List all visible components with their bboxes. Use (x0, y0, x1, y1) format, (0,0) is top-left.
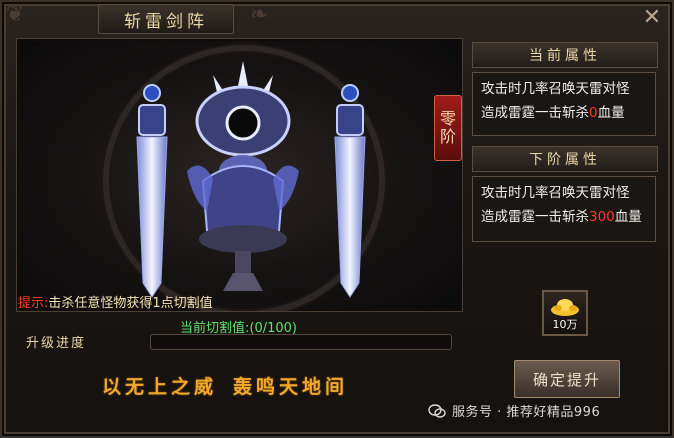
window-title: 斩雷剑阵 (124, 11, 208, 32)
attribute-panel: 当前属性 攻击时几率召唤天雷对怪 造成雷霆一击斩杀0血量 下阶属性 攻击时几率召… (470, 38, 658, 244)
watermark: 服务号 · 推荐好精品996 (428, 401, 600, 420)
next-attr-prefix: 造成雷霆一击斩杀 (481, 209, 589, 225)
corner-ornament-icon: ❧ (250, 2, 269, 27)
tip-line: 提示:击杀任意怪物获得1点切割值 (18, 292, 213, 311)
title-plate: 斩雷剑阵 (98, 4, 234, 34)
next-attr-header: 下阶属性 (472, 146, 658, 172)
upgrade-progress-bar (150, 334, 452, 350)
rank-char-2: 阶 (439, 127, 456, 146)
thunder-god-figure-icon (187, 61, 299, 291)
left-sword-icon (136, 84, 168, 298)
next-attr-line-2: 造成雷霆一击斩杀300血量 (481, 205, 655, 229)
upgrade-progress-label: 升级进度 (26, 336, 87, 351)
slogan-part-2: 轰鸣天地间 (233, 376, 349, 398)
rank-badge: 零 阶 (434, 95, 462, 161)
confirm-upgrade-button[interactable]: 确定提升 (514, 360, 620, 398)
rank-char-1: 零 (439, 109, 456, 128)
tip-text: 击杀任意怪物获得1点切割值 (48, 296, 213, 311)
next-attr-box: 攻击时几率召唤天雷对怪 造成雷霆一击斩杀300血量 (472, 176, 656, 242)
next-attr-suffix: 血量 (614, 209, 642, 225)
right-sword-icon (334, 84, 366, 298)
slogan-part-1: 以无上之威 (102, 376, 218, 398)
next-attr-line-1: 攻击时几率召唤天雷对怪 (481, 185, 630, 201)
wechat-icon (428, 403, 446, 418)
current-attr-line-1: 攻击时几率召唤天雷对怪 (481, 81, 630, 97)
current-attr-suffix: 血量 (597, 105, 625, 121)
watermark-text: 服务号 · 推荐好精品996 (452, 405, 601, 420)
slogan: 以无上之威 轰鸣天地间 (102, 372, 402, 402)
current-attr-line-2: 造成雷霆一击斩杀0血量 (481, 101, 655, 125)
current-attr-value: 0 (589, 105, 598, 121)
current-attr-prefix: 造成雷霆一击斩杀 (481, 105, 589, 121)
cost-item-count: 10万 (552, 318, 578, 331)
corner-ornament-icon: ❦ (6, 2, 25, 27)
close-icon: ✕ (642, 4, 662, 30)
current-attr-header: 当前属性 (472, 42, 658, 68)
tip-label: 提示: (18, 296, 49, 311)
next-attr-value: 300 (589, 209, 615, 225)
current-attr-box: 攻击时几率召唤天雷对怪 造成雷霆一击斩杀0血量 (472, 72, 656, 136)
close-button[interactable]: ✕ (633, 0, 671, 34)
character-display: 零 阶 (16, 38, 463, 312)
